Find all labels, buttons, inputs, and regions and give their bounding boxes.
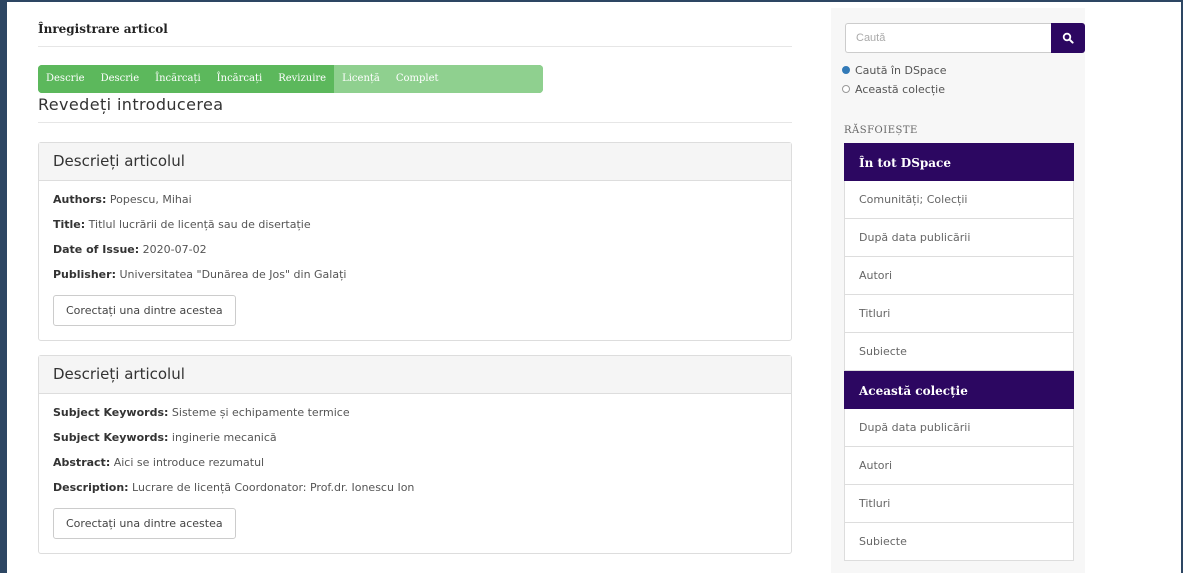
menu-item-collection-by-date[interactable]: După data publicării [844,409,1074,447]
search-bar [845,23,1085,53]
radio-search-collection[interactable]: Această colecție [842,81,946,97]
menu-item-collection-subjects[interactable]: Subiecte [844,523,1074,561]
panel-title: Descrieți articolul [39,143,791,181]
menu-header-this-collection: Această colecție [844,371,1074,409]
field-label: Authors: [53,193,107,206]
submission-progress: Descrie Descrie Încărcați Încărcați Revi… [38,65,543,93]
window-frame-top [0,0,1183,2]
field-abstract: Abstract: Aici se introduce rezumatul [53,456,777,470]
window-frame-left [0,0,7,573]
field-date-of-issue: Date of Issue: 2020-07-02 [53,243,777,257]
page-title: Înregistrare articol [38,8,792,47]
sidebar: Caută în DSpace Această colecție RĂSFOIE… [831,8,1085,573]
step-license: Licență [334,65,388,93]
field-value: Lucrare de licență Coordonator: Prof.dr.… [132,481,415,494]
field-label: Subject Keywords: [53,431,169,444]
field-value: Aici se introduce rezumatul [113,456,265,469]
field-label: Description: [53,481,129,494]
menu-header-all-dspace: În tot DSpace [844,143,1074,181]
main-content: Înregistrare articol Descrie Descrie Înc… [38,8,792,554]
step-describe-2[interactable]: Descrie [92,65,148,93]
radio-label: Caută în DSpace [855,63,947,77]
field-value: 2020-07-02 [142,243,207,256]
menu-item-collection-titles[interactable]: Titluri [844,485,1074,523]
step-upload-1[interactable]: Încărcați [147,65,209,93]
field-label: Subject Keywords: [53,406,169,419]
correct-button[interactable]: Corectați una dintre acestea [53,508,236,539]
field-label: Publisher: [53,268,116,281]
field-value: inginerie mecanică [171,431,277,444]
menu-item-authors[interactable]: Autori [844,257,1074,295]
search-button[interactable] [1051,23,1085,53]
menu-item-collection-authors[interactable]: Autori [844,447,1074,485]
field-value: Universitatea "Dunărea de Jos" din Galaț… [119,268,347,281]
browse-menu: În tot DSpace Comunități; Colecții După … [844,143,1074,561]
step-complete: Complet [387,65,543,93]
browse-heading: RĂSFOIEȘTE [844,125,918,136]
step-describe-1[interactable]: Descrie [38,65,93,93]
field-description: Description: Lucrare de licență Coordona… [53,481,777,495]
menu-item-communities[interactable]: Comunități; Colecții [844,181,1074,219]
field-publisher: Publisher: Universitatea "Dunărea de Jos… [53,268,777,282]
field-subject-keywords: Subject Keywords: Sisteme și echipamente… [53,406,777,420]
radio-checked-icon [842,66,850,74]
radio-unchecked-icon [842,85,850,93]
field-label: Date of Issue: [53,243,140,256]
field-value: Sisteme și echipamente termice [171,406,350,419]
review-heading: Revedeți introducerea [38,93,792,123]
field-value: Titlul lucrării de licență sau de disert… [88,218,311,231]
menu-item-titles[interactable]: Titluri [844,295,1074,333]
radio-search-dspace[interactable]: Caută în DSpace [842,62,946,78]
menu-item-subjects[interactable]: Subiecte [844,333,1074,371]
field-label: Title: [53,218,86,231]
search-icon [1062,32,1074,44]
panel-title: Descrieți articolul [39,356,791,394]
describe-panel-1: Descrieți articolul Authors: Popescu, Mi… [38,142,792,341]
field-value: Popescu, Mihai [109,193,192,206]
field-authors: Authors: Popescu, Mihai [53,193,777,207]
field-label: Abstract: [53,456,111,469]
menu-item-by-date[interactable]: După data publicării [844,219,1074,257]
search-scope: Caută în DSpace Această colecție [842,62,946,100]
correct-button[interactable]: Corectați una dintre acestea [53,295,236,326]
field-title: Title: Titlul lucrării de licență sau de… [53,218,777,232]
step-upload-2[interactable]: Încărcați [208,65,271,93]
step-review[interactable]: Revizuire [270,65,335,93]
radio-label: Această colecție [855,82,945,96]
search-input[interactable] [845,23,1051,53]
field-subject-keywords: Subject Keywords: inginerie mecanică [53,431,777,445]
describe-panel-2: Descrieți articolul Subject Keywords: Si… [38,355,792,554]
